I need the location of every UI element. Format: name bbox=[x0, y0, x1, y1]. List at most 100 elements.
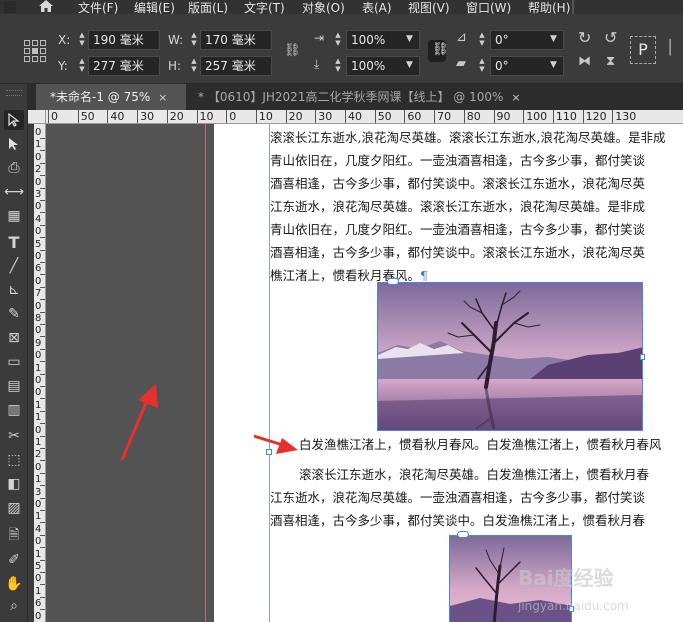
text-block-bottom[interactable]: 滚滚长江东逝水，浪花淘尽英雄。白发渔樵江渚上，惯看秋月春 江东逝水，浪花淘尽英雄… bbox=[270, 463, 683, 532]
flip-vertical-icon[interactable]: ⧗ bbox=[606, 54, 615, 69]
shear-stepper[interactable]: ▲ ▼ bbox=[478, 57, 486, 75]
ruler-label: 90 bbox=[496, 110, 511, 123]
ruler-label: 80 bbox=[466, 110, 481, 123]
rotate-cw-icon[interactable]: ↻ bbox=[578, 28, 591, 47]
content-collector-icon[interactable]: ▦ bbox=[4, 206, 24, 226]
y-field[interactable]: 277 毫米 bbox=[88, 56, 160, 76]
ruler-tick bbox=[523, 110, 525, 123]
ruler-tick bbox=[463, 110, 465, 123]
line-tool-icon[interactable]: ╱ bbox=[4, 256, 24, 276]
ruler-label: 50 bbox=[377, 110, 392, 123]
ruler-tick bbox=[315, 110, 317, 123]
bleed-guide bbox=[205, 124, 206, 622]
text-block-top[interactable]: 滚滚长江东逝水,浪花淘尽英雄。滚滚长江东逝水,浪花淘尽英雄。是非成 青山依旧在，… bbox=[270, 126, 683, 287]
w-stepper[interactable]: ▲ ▼ bbox=[190, 31, 198, 49]
ruler-tick bbox=[107, 110, 109, 123]
flip-horizontal-icon[interactable]: ⧓ bbox=[578, 54, 591, 69]
x-field[interactable]: 190 毫米 bbox=[88, 30, 160, 50]
rectangle-tool-icon[interactable]: ▭ bbox=[4, 352, 24, 372]
panel-grip[interactable] bbox=[6, 90, 22, 96]
selection-tool-icon[interactable] bbox=[4, 110, 24, 130]
ruler-label: 110 bbox=[555, 110, 577, 123]
pencil-tool-icon[interactable]: ✎ bbox=[4, 304, 24, 324]
type-tool-icon[interactable]: T bbox=[4, 232, 24, 252]
menu-separator bbox=[572, 0, 574, 14]
scissors-tool-icon[interactable]: ✂ bbox=[4, 426, 24, 446]
h-label: H: bbox=[168, 59, 182, 73]
flip-preview-icon: P bbox=[630, 36, 656, 64]
ruler-tick bbox=[434, 110, 436, 123]
rotate-stepper[interactable]: ▲ ▼ bbox=[478, 31, 486, 49]
pilcrow-mark: ¶ bbox=[420, 268, 428, 283]
w-field[interactable]: 170 毫米 bbox=[200, 30, 272, 50]
rotate-dropdown-icon[interactable]: ▼ bbox=[550, 34, 557, 44]
menu-bar: 文件(F) 编辑(E) 版面(L) 文字(T) 对象(O) 表(A) 视图(V)… bbox=[0, 0, 683, 15]
vertical-ruler[interactable]: 0102030405060708090100110120130140150160 bbox=[34, 124, 46, 622]
ruler-label: 4 bbox=[35, 213, 42, 225]
grid-tool-icon[interactable]: ▥ bbox=[4, 400, 24, 420]
free-transform-tool-icon[interactable]: ⬚ bbox=[4, 450, 24, 470]
watermark-url: jingyan.baidu.com bbox=[518, 599, 629, 613]
ruler-label: 0 bbox=[35, 387, 42, 399]
ruler-label: 1 bbox=[35, 362, 42, 374]
rotate-ccw-icon[interactable]: ↺ bbox=[604, 28, 617, 47]
h-stepper[interactable]: ▲ ▼ bbox=[190, 57, 198, 75]
gradient-swatch-tool-icon[interactable]: ◧ bbox=[4, 474, 24, 494]
rectangle-frame-tool-icon[interactable]: ⊠ bbox=[4, 328, 24, 348]
y-stepper[interactable]: ▲ ▼ bbox=[78, 57, 86, 75]
ruler-label: 30 bbox=[140, 110, 155, 123]
ruler-label: 5 bbox=[35, 238, 42, 250]
ruler-label: 0 bbox=[35, 573, 42, 585]
link-badge-icon[interactable] bbox=[387, 278, 399, 285]
close-icon[interactable]: × bbox=[158, 91, 167, 104]
ruler-origin[interactable] bbox=[28, 110, 46, 124]
document-tabs: *未命名-1 @ 75% × * 【0610】JH2021高二化学秋季网课【线上】… bbox=[28, 84, 683, 110]
ruler-label: 1 bbox=[35, 511, 42, 523]
ruler-tick bbox=[552, 110, 554, 123]
table-tool-icon[interactable]: ▤ bbox=[4, 376, 24, 396]
home-icon[interactable] bbox=[38, 0, 54, 13]
resize-handle[interactable] bbox=[640, 354, 645, 360]
link-scale-button[interactable]: ⛓ bbox=[428, 40, 449, 62]
ruler-label: 1 bbox=[35, 139, 42, 151]
link-badge-icon[interactable] bbox=[457, 531, 469, 538]
scale-x-stepper[interactable]: ▲ ▼ bbox=[334, 31, 342, 49]
shear-dropdown-icon[interactable]: ▼ bbox=[550, 60, 557, 70]
ruler-tick bbox=[226, 110, 228, 123]
tab-chem-course[interactable]: * 【0610】JH2021高二化学秋季网课【线上】 @ 100% × bbox=[192, 84, 532, 110]
red-arrow-annotation bbox=[120, 384, 158, 461]
tab-untitled[interactable]: *未命名-1 @ 75% × bbox=[36, 84, 186, 110]
eyedropper-tool-icon[interactable]: ✐ bbox=[4, 550, 24, 570]
ruler-label: 130 bbox=[615, 110, 637, 123]
scale-x-dropdown-icon[interactable]: ▼ bbox=[406, 34, 413, 44]
ruler-label: 100 bbox=[526, 110, 548, 123]
caption-line[interactable]: 白发渔樵江渚上，惯看秋月春风。白发渔樵江渚上，惯看秋月春风 bbox=[299, 433, 683, 456]
image-frame[interactable] bbox=[377, 282, 643, 431]
ruler-label: 0 bbox=[35, 536, 42, 548]
pen-tool-icon[interactable]: ⊾ bbox=[4, 280, 24, 300]
gap-tool-icon[interactable]: ⟷ bbox=[4, 182, 24, 202]
constrain-proportions-icon[interactable]: ⛓ bbox=[284, 43, 301, 58]
ruler-label: 0 bbox=[35, 201, 42, 213]
note-tool-icon[interactable]: 🗎 bbox=[4, 526, 24, 546]
page-tool-icon[interactable]: ⎙ bbox=[4, 158, 24, 178]
direct-selection-tool-icon[interactable] bbox=[4, 134, 24, 154]
reference-point-icon[interactable] bbox=[24, 40, 46, 62]
horizontal-ruler[interactable]: 0 50 40 30 20 10 0 10 20 30 40 50 60 70 80 90 100 110 120 1… bbox=[46, 110, 683, 124]
ruler-tick bbox=[77, 110, 79, 123]
link-icon: ⛓ bbox=[432, 42, 449, 57]
scale-y-dropdown-icon[interactable]: ▼ bbox=[406, 60, 413, 70]
ruler-tick bbox=[345, 110, 346, 123]
gradient-feather-tool-icon[interactable]: ▨ bbox=[4, 498, 24, 518]
zoom-tool-icon[interactable]: ⌕ bbox=[4, 596, 24, 616]
ruler-tick bbox=[404, 110, 406, 123]
hand-tool-icon[interactable]: ✋ bbox=[4, 574, 24, 594]
close-icon[interactable]: × bbox=[511, 91, 520, 104]
ruler-tick bbox=[493, 110, 495, 123]
pasteboard[interactable] bbox=[46, 124, 214, 622]
scale-y-icon: ⤓ bbox=[314, 57, 320, 71]
scale-y-stepper[interactable]: ▲ ▼ bbox=[334, 57, 342, 75]
h-field[interactable]: 257 毫米 bbox=[200, 56, 272, 76]
x-stepper[interactable]: ▲ ▼ bbox=[78, 31, 86, 49]
text-line: 酒喜相逢，古今多少事，都付笑谈中。白发渔樵江渚上，惯看秋月春 bbox=[270, 513, 646, 528]
